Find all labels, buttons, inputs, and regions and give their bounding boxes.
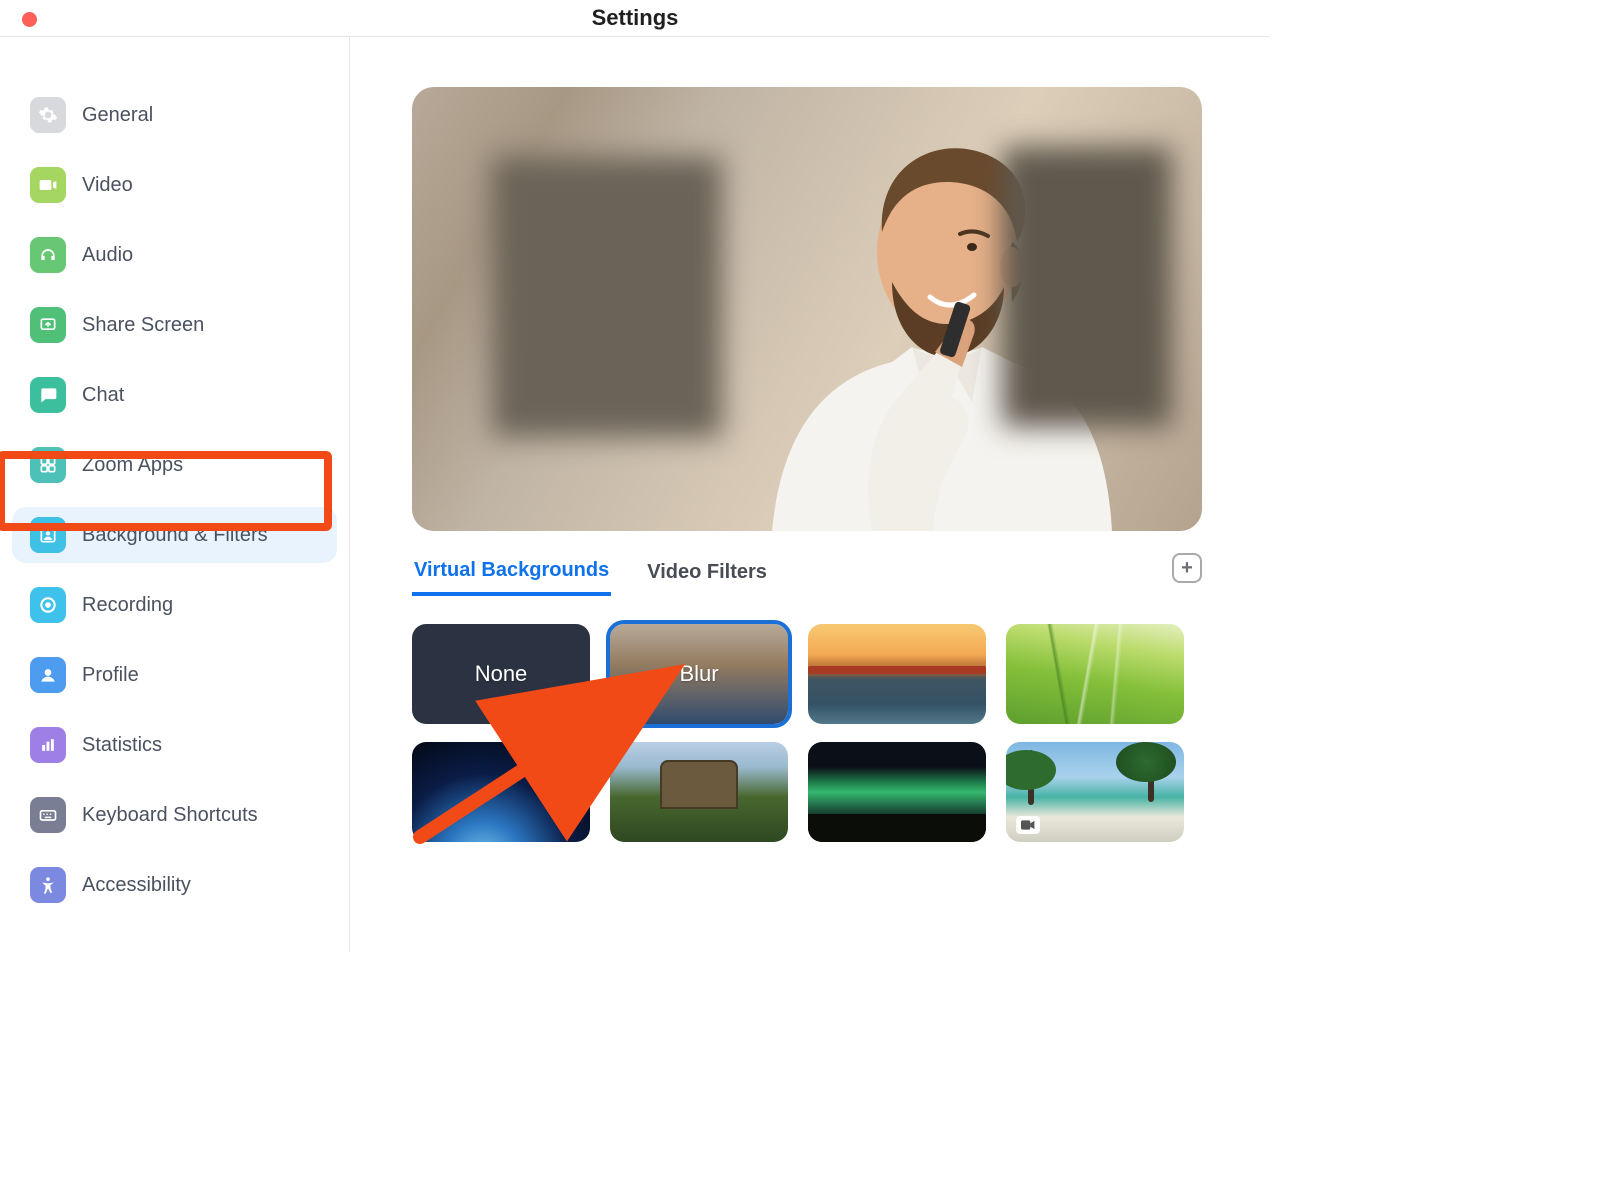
close-window-button[interactable] xyxy=(22,12,37,27)
video-badge-icon xyxy=(818,816,842,834)
share-screen-icon xyxy=(30,307,66,343)
sidebar-item-keyboard-shortcuts[interactable]: Keyboard Shortcuts xyxy=(12,787,337,843)
sidebar-item-chat[interactable]: Chat xyxy=(12,367,337,423)
settings-sidebar: General Video Audio Share Screen xyxy=(0,37,350,952)
sidebar-item-label: Keyboard Shortcuts xyxy=(82,804,258,827)
sidebar-item-audio[interactable]: Audio xyxy=(12,227,337,283)
background-icon xyxy=(30,517,66,553)
tile-label: None xyxy=(412,624,590,724)
gear-icon xyxy=(30,97,66,133)
person-illustration xyxy=(712,102,1142,531)
bg-tile-beach[interactable] xyxy=(1006,742,1184,842)
sidebar-item-label: Chat xyxy=(82,384,124,407)
settings-window: Settings General Video Audio xyxy=(0,0,1270,952)
sidebar-item-label: Statistics xyxy=(82,734,162,757)
bg-tile-none[interactable]: None xyxy=(412,624,590,724)
apps-icon xyxy=(30,447,66,483)
sidebar-item-zoom-apps[interactable]: Zoom Apps xyxy=(12,437,337,493)
sidebar-item-profile[interactable]: Profile xyxy=(12,647,337,703)
chat-icon xyxy=(30,377,66,413)
sidebar-item-label: Share Screen xyxy=(82,314,204,337)
headphones-icon xyxy=(30,237,66,273)
profile-icon xyxy=(30,657,66,693)
sidebar-item-background-filters[interactable]: Background & Filters xyxy=(12,507,337,563)
video-preview xyxy=(412,87,1202,531)
sidebar-item-share-screen[interactable]: Share Screen xyxy=(12,297,337,353)
sidebar-item-recording[interactable]: Recording xyxy=(12,577,337,633)
tab-virtual-backgrounds[interactable]: Virtual Backgrounds xyxy=(412,553,611,596)
sidebar-item-label: Zoom Apps xyxy=(82,454,183,477)
bg-tile-jurassic[interactable] xyxy=(610,742,788,842)
add-background-button[interactable]: + xyxy=(1172,553,1202,583)
video-badge-icon xyxy=(1016,816,1040,834)
sidebar-item-label: Accessibility xyxy=(82,874,191,897)
accessibility-icon xyxy=(30,867,66,903)
backgrounds-grid: None Blur xyxy=(412,624,1220,842)
bg-tile-earth[interactable] xyxy=(412,742,590,842)
keyboard-icon xyxy=(30,797,66,833)
sidebar-item-label: Audio xyxy=(82,244,133,267)
sidebar-item-label: General xyxy=(82,104,153,127)
sidebar-item-accessibility[interactable]: Accessibility xyxy=(12,857,337,913)
bg-tile-grass[interactable] xyxy=(1006,624,1184,724)
sidebar-item-label: Recording xyxy=(82,594,173,617)
stats-icon xyxy=(30,727,66,763)
tile-label: Blur xyxy=(610,624,788,724)
sidebar-item-label: Profile xyxy=(82,664,139,687)
plus-icon: + xyxy=(1181,557,1193,580)
sidebar-item-statistics[interactable]: Statistics xyxy=(12,717,337,773)
record-icon xyxy=(30,587,66,623)
sidebar-item-label: Video xyxy=(82,174,133,197)
tabs: Virtual Backgrounds Video Filters + xyxy=(412,553,1202,596)
bg-tile-bridge[interactable] xyxy=(808,624,986,724)
main-panel: Virtual Backgrounds Video Filters + None… xyxy=(350,37,1270,952)
titlebar: Settings xyxy=(0,0,1270,37)
sidebar-item-general[interactable]: General xyxy=(12,87,337,143)
sidebar-item-video[interactable]: Video xyxy=(12,157,337,213)
bg-tile-blur[interactable]: Blur xyxy=(610,624,788,724)
video-icon xyxy=(30,167,66,203)
sidebar-item-label: Background & Filters xyxy=(82,524,268,547)
bg-tile-aurora[interactable] xyxy=(808,742,986,842)
window-title: Settings xyxy=(0,5,1270,31)
tab-video-filters[interactable]: Video Filters xyxy=(645,555,769,594)
